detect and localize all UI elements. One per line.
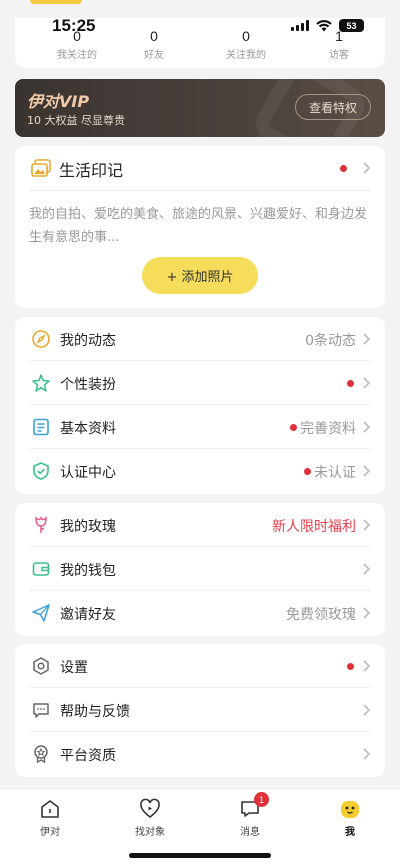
- menu-item-basic-info[interactable]: 基本资料 完善资料: [15, 405, 385, 449]
- menu-item-platform-qualification[interactable]: 平台资质: [15, 732, 385, 776]
- menu-item-my-wallet[interactable]: 我的钱包: [15, 547, 385, 591]
- chevron-right-icon: [363, 162, 371, 174]
- menu-item-value: 0条动态: [305, 333, 356, 349]
- tab-label: 消息: [240, 827, 260, 838]
- menu-item-label: 设置: [60, 660, 88, 676]
- menu-item-value: 新人限时福利: [272, 519, 356, 535]
- shield-check-icon: [33, 462, 49, 480]
- menu-item-label: 邀请好友: [60, 607, 116, 623]
- top-highlight: [30, 0, 82, 4]
- life-moments-card: 生活印记 我的自拍、爱吃的美食、旅途的风景、兴趣爱好、和身边发生有意思的事...…: [15, 146, 385, 308]
- new-dot: [304, 468, 311, 475]
- menu-item-label: 我的动态: [60, 333, 116, 349]
- tab-label: 我: [345, 827, 355, 838]
- home-icon: [41, 800, 59, 818]
- life-moments-description: 我的自拍、爱吃的美食、旅途的风景、兴趣爱好、和身边发生有意思的事...: [29, 207, 368, 245]
- status-time: 15:25: [52, 16, 96, 35]
- new-dot: [347, 663, 354, 670]
- wallet-icon: [32, 562, 50, 576]
- status-icons: 53: [291, 19, 364, 32]
- menu-item-label: 平台资质: [60, 748, 116, 764]
- menu-item-label: 个性装扮: [60, 377, 116, 393]
- stat-label: 好友: [144, 50, 164, 61]
- home-indicator: [129, 853, 271, 858]
- profile-face-icon: [341, 801, 359, 818]
- tab-messages[interactable]: 1 消息: [220, 792, 280, 838]
- paper-plane-icon: [32, 604, 50, 622]
- life-moments-header[interactable]: 生活印记: [15, 146, 385, 190]
- menu-item-invite-friends[interactable]: 邀请好友 免费领玫瑰: [15, 591, 385, 635]
- settings-menu-section: 设置 帮助与反馈 平台资质: [15, 644, 385, 777]
- new-dot: [347, 380, 354, 387]
- chevron-right-icon: [363, 333, 371, 345]
- tab-find-match[interactable]: 找对象: [120, 797, 180, 838]
- new-dot: [340, 165, 347, 172]
- wifi-icon: [316, 19, 332, 31]
- menu-item-personal-style[interactable]: 个性装扮: [15, 361, 385, 405]
- vip-title: 伊对VIP: [27, 92, 90, 111]
- rose-icon: [35, 516, 47, 533]
- menu-item-verification[interactable]: 认证中心 未认证: [15, 449, 385, 493]
- unread-badge: 1: [254, 792, 269, 807]
- chevron-right-icon: [363, 748, 371, 760]
- chevron-right-icon: [363, 704, 371, 716]
- chevron-right-icon: [363, 563, 371, 575]
- menu-item-value: 免费领玫瑰: [286, 607, 356, 623]
- menu-item-help-feedback[interactable]: 帮助与反馈: [15, 688, 385, 732]
- life-moments-title: 生活印记: [59, 161, 124, 180]
- menu-item-value: 完善资料: [300, 421, 356, 437]
- menu-item-label: 基本资料: [60, 421, 116, 437]
- chevron-right-icon: [363, 377, 371, 389]
- battery-icon: 53: [339, 19, 364, 32]
- document-icon: [33, 418, 49, 436]
- stat-label: 关注我的: [226, 50, 266, 61]
- stat-label: 我关注的: [57, 50, 97, 61]
- status-bar: 15:25 53: [0, 0, 400, 44]
- chevron-right-icon: [363, 607, 371, 619]
- chevron-right-icon: [363, 421, 371, 433]
- chevron-right-icon: [363, 519, 371, 531]
- divider: [29, 190, 371, 191]
- new-dot: [290, 424, 297, 431]
- certificate-icon: [34, 745, 48, 764]
- cellular-signal-icon: [291, 20, 309, 31]
- vip-subtitle: 10 大权益 尽显尊贵: [27, 114, 125, 127]
- menu-item-my-moments[interactable]: 我的动态 0条动态: [15, 317, 385, 361]
- tab-home[interactable]: 伊对: [20, 797, 80, 838]
- star-icon: [32, 374, 50, 392]
- vip-banner[interactable]: 伊对VIP 10 大权益 尽显尊贵 查看特权: [15, 79, 385, 137]
- chevron-right-icon: [363, 465, 371, 477]
- tab-label: 找对象: [135, 827, 165, 838]
- hexagon-settings-icon: [33, 657, 49, 675]
- tab-label: 伊对: [40, 827, 60, 838]
- menu-item-settings[interactable]: 设置: [15, 644, 385, 688]
- wallet-menu-section: 我的玫瑰 新人限时福利 我的钱包 邀请好友 免费领玫瑰: [15, 503, 385, 636]
- view-privileges-button[interactable]: 查看特权: [295, 94, 371, 120]
- photos-icon: [31, 159, 51, 177]
- menu-item-my-roses[interactable]: 我的玫瑰 新人限时福利: [15, 503, 385, 547]
- tab-me[interactable]: 我: [320, 797, 380, 838]
- menu-item-label: 帮助与反馈: [60, 704, 130, 720]
- add-photo-button[interactable]: + 添加照片: [142, 257, 258, 294]
- menu-item-label: 我的钱包: [60, 563, 116, 579]
- compass-icon: [32, 330, 50, 348]
- menu-item-label: 认证中心: [60, 465, 116, 481]
- heart-play-icon: [140, 798, 160, 819]
- chevron-right-icon: [363, 660, 371, 672]
- stat-label: 访客: [329, 50, 349, 61]
- profile-menu-section: 我的动态 0条动态 个性装扮 基本资料 完善资料 认证中心 未认证: [15, 317, 385, 494]
- menu-item-value: 未认证: [314, 465, 356, 481]
- chat-bubble-icon: [33, 703, 49, 718]
- menu-item-label: 我的玫瑰: [60, 519, 116, 535]
